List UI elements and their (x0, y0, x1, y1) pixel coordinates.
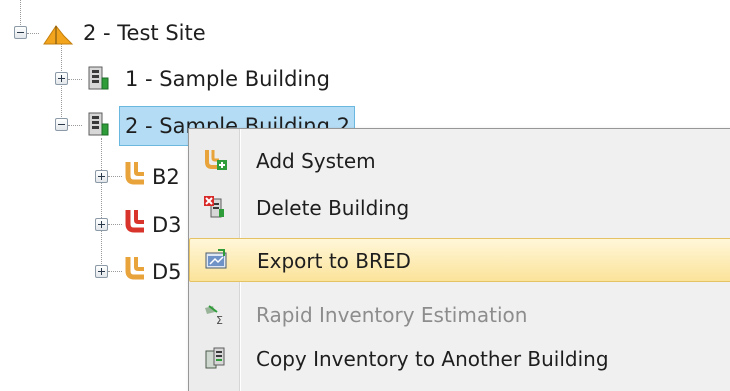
tree-line (27, 33, 39, 34)
tree-node-site[interactable]: 2 - Test Site (83, 19, 206, 47)
menu-item-export-to-bred[interactable]: Export to BRED (189, 238, 730, 282)
menu-label: Add System (256, 149, 376, 173)
tree-line (101, 138, 102, 270)
menu-item-copy-inventory[interactable]: Copy Inventory to Another Building (189, 337, 730, 381)
site-flag-icon (43, 25, 74, 45)
expand-toggle[interactable] (55, 72, 68, 85)
menu-label: Copy Inventory to Another Building (256, 347, 609, 371)
context-menu: Add System Delete Building Export to BRE… (188, 128, 730, 391)
tree-node-building[interactable]: 1 - Sample Building (125, 65, 330, 93)
menu-label: Export to BRED (257, 249, 411, 273)
building-icon (88, 112, 109, 136)
expand-toggle[interactable] (95, 265, 108, 278)
tree-node-system[interactable]: D3 (152, 211, 182, 239)
expand-toggle[interactable] (95, 218, 108, 231)
export-icon (205, 249, 227, 269)
system-pipe-icon (125, 162, 144, 185)
svg-text:Σ: Σ (216, 314, 223, 326)
rapid-inventory-icon: Σ (205, 305, 223, 326)
tree-line (68, 125, 82, 126)
tree-line (68, 79, 82, 80)
tree-line (108, 271, 122, 272)
menu-item-rapid-inventory-estimation[interactable]: Σ Rapid Inventory Estimation (189, 293, 730, 337)
delete-building-icon (204, 196, 224, 218)
collapse-toggle[interactable] (14, 26, 27, 39)
collapse-toggle[interactable] (55, 118, 68, 131)
menu-label: Delete Building (256, 196, 410, 220)
menu-label: Rapid Inventory Estimation (256, 303, 528, 327)
add-system-icon (205, 150, 227, 170)
tree-line (108, 224, 122, 225)
tree-line (20, 0, 21, 27)
tree-node-system[interactable]: D5 (152, 258, 182, 286)
expand-toggle[interactable] (95, 170, 108, 183)
system-pipe-icon (125, 210, 144, 233)
building-icon (88, 66, 109, 90)
menu-item-add-system[interactable]: Add System (189, 139, 730, 183)
menu-item-delete-building[interactable]: Delete Building (189, 186, 730, 230)
system-pipe-icon (125, 257, 144, 280)
tree-line (108, 176, 122, 177)
tree-node-system[interactable]: B2 (152, 163, 180, 191)
copy-inventory-icon (205, 347, 225, 369)
